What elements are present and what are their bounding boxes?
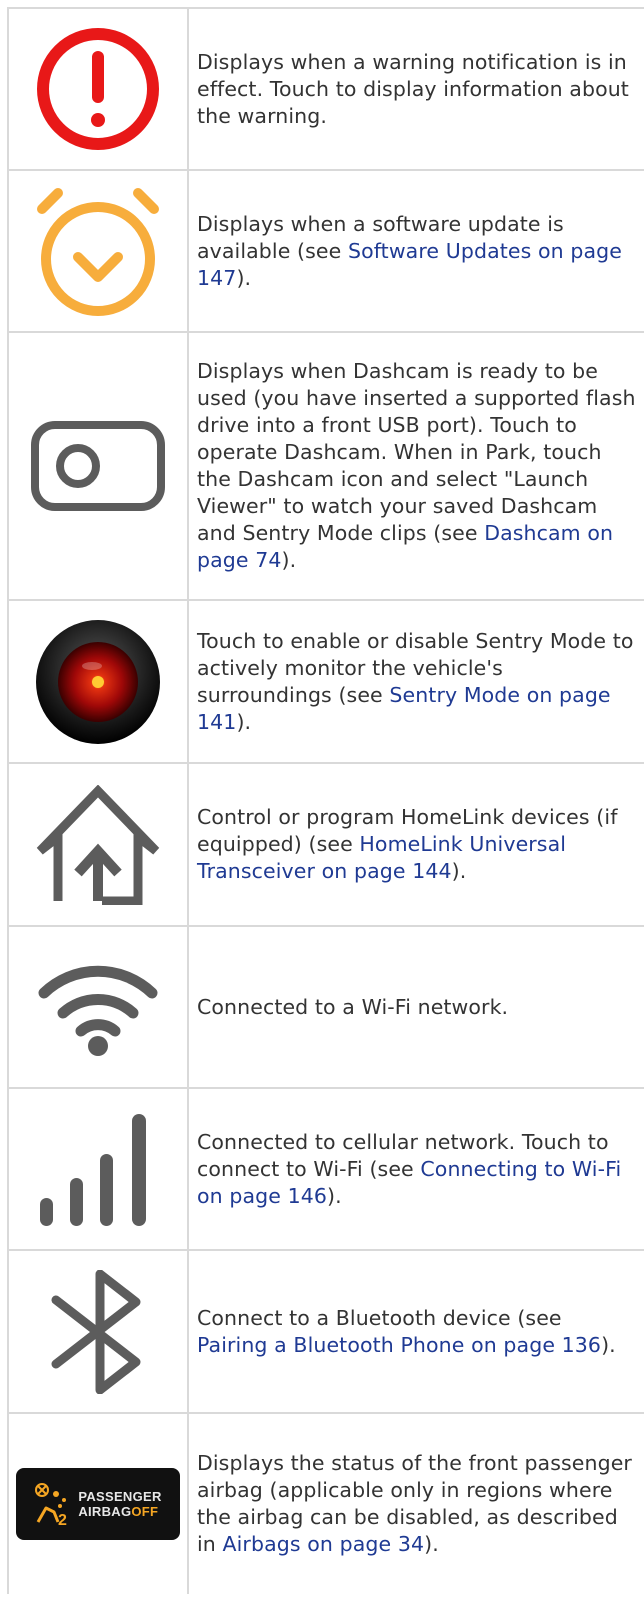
icon-cell	[7, 333, 189, 599]
wifi-icon[interactable]	[36, 957, 160, 1057]
description-text: ).	[424, 1532, 439, 1556]
description: Displays when a software update is avail…	[197, 211, 638, 292]
description-text: ).	[236, 709, 252, 734]
icon-cell: 2 PASSENGER AIRBAGOFF	[7, 1414, 189, 1594]
description-text: Displays when a warning notification is …	[197, 49, 629, 128]
table-row: Displays when Dashcam is ready to be use…	[7, 333, 644, 601]
icon-cell	[7, 764, 189, 925]
description-text: ).	[601, 1332, 616, 1357]
description-text: Connected to a Wi-Fi network.	[197, 994, 509, 1019]
description-text: ).	[451, 859, 467, 883]
description: Connected to cellular network. Touch to …	[197, 1129, 638, 1210]
description: Connect to a Bluetooth device (see Pairi…	[197, 1305, 638, 1359]
badge-line-passenger: PASSENGER	[78, 1489, 162, 1504]
table-row: Displays when a warning notification is …	[7, 9, 644, 171]
sentry-mode-icon[interactable]	[34, 618, 162, 746]
passenger-airbag-off-icon[interactable]: 2 PASSENGER AIRBAGOFF	[16, 1468, 180, 1540]
description: Connected to a Wi-Fi network.	[197, 994, 508, 1021]
description-cell: Displays when Dashcam is ready to be use…	[189, 333, 644, 599]
table-row: Connected to cellular network. Touch to …	[7, 1089, 644, 1251]
seat-number: 2	[58, 1512, 67, 1526]
description: Control or program HomeLink devices (if …	[197, 804, 638, 885]
description-text: ).	[281, 548, 297, 572]
description-text: ).	[327, 1183, 342, 1208]
description-cell: Displays when a warning notification is …	[189, 9, 644, 169]
link-airbags[interactable]: Airbags on page 34	[223, 1532, 425, 1556]
icon-cell	[7, 601, 189, 762]
table-row: Connect to a Bluetooth device (see Pairi…	[7, 1251, 644, 1414]
cellular-signal-icon[interactable]	[36, 1110, 160, 1228]
alarm-clock-icon[interactable]	[28, 181, 168, 321]
description-cell: Control or program HomeLink devices (if …	[189, 764, 644, 925]
badge-line-off: OFF	[131, 1504, 159, 1519]
description-cell: Connect to a Bluetooth device (see Pairi…	[189, 1251, 644, 1412]
homelink-icon[interactable]	[36, 784, 160, 905]
table-row: Displays when a software update is avail…	[7, 171, 644, 333]
seated-passenger-icon: 2	[35, 1483, 67, 1526]
description-text: Connect to a Bluetooth device (see	[197, 1305, 562, 1330]
icon-cell	[7, 1251, 189, 1412]
description-cell: Touch to enable or disable Sentry Mode t…	[189, 601, 644, 762]
bluetooth-icon[interactable]	[48, 1269, 148, 1394]
description: Touch to enable or disable Sentry Mode t…	[197, 628, 638, 736]
description-cell: Connected to a Wi-Fi network.	[189, 927, 644, 1087]
table-row: Connected to a Wi-Fi network.	[7, 927, 644, 1089]
dashcam-icon[interactable]	[30, 420, 166, 512]
table-row: Touch to enable or disable Sentry Mode t…	[7, 601, 644, 764]
description-cell: Displays the status of the front passeng…	[189, 1414, 644, 1594]
description: Displays the status of the front passeng…	[197, 1450, 638, 1558]
description: Displays when a warning notification is …	[197, 49, 638, 130]
table-row: Control or program HomeLink devices (if …	[7, 764, 644, 927]
description-text: Displays when Dashcam is ready to be use…	[197, 359, 636, 545]
airbag-badge-text: PASSENGER AIRBAGOFF	[78, 1489, 161, 1519]
link-pairing-bluetooth[interactable]: Pairing a Bluetooth Phone on page 136	[197, 1333, 601, 1357]
description-cell: Displays when a software update is avail…	[189, 171, 644, 331]
description-text: ).	[236, 265, 252, 290]
icon-cell	[7, 171, 189, 331]
icon-table: Displays when a warning notification is …	[7, 7, 644, 1594]
description-cell: Connected to cellular network. Touch to …	[189, 1089, 644, 1249]
description: Displays when Dashcam is ready to be use…	[197, 358, 638, 574]
icon-cell	[7, 1089, 189, 1249]
table-row: 2 PASSENGER AIRBAGOFF Displays the statu…	[7, 1414, 644, 1594]
icon-cell	[7, 9, 189, 169]
icon-cell	[7, 927, 189, 1087]
warning-exclamation-icon[interactable]	[33, 24, 163, 154]
badge-line-airbag: AIRBAG	[78, 1504, 132, 1519]
